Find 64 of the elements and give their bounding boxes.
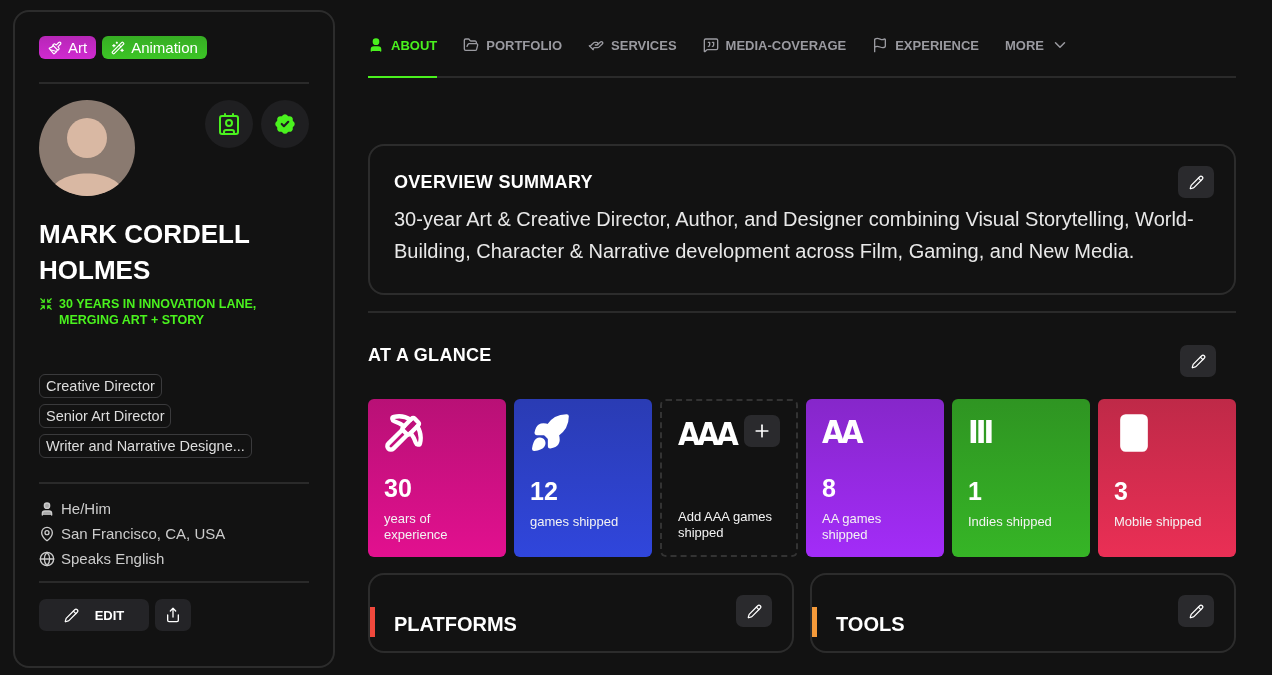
nav-tab[interactable]: MEDIA-COVERAGE xyxy=(702,36,847,78)
brush-icon xyxy=(48,40,62,55)
pencil-icon xyxy=(1188,603,1204,619)
contact-icon xyxy=(217,112,241,136)
pencil-icon xyxy=(746,603,762,619)
share-button[interactable] xyxy=(155,599,191,631)
globe-icon xyxy=(39,550,55,567)
wand-icon xyxy=(111,40,126,55)
stat-label: Indies shipped xyxy=(968,514,1053,530)
nav-tab[interactable]: EXPERIENCE xyxy=(872,36,979,78)
person-icon xyxy=(368,37,384,53)
pickaxe-icon xyxy=(384,413,424,453)
share-icon xyxy=(165,607,181,623)
rocket-icon xyxy=(530,413,570,453)
tier-mark: AAA xyxy=(678,415,736,453)
edit-button[interactable]: EDIT xyxy=(39,599,149,631)
add-button[interactable] xyxy=(744,415,780,447)
role-tag: Writer and Narrative Designe... xyxy=(39,434,252,458)
role-tag: Creative Director xyxy=(39,374,162,398)
quote-icon xyxy=(702,37,719,53)
stat-value: 8 xyxy=(822,474,837,503)
edit-button[interactable] xyxy=(736,595,772,627)
nav-tab[interactable]: SERVICES xyxy=(588,36,677,78)
nav-tab[interactable]: ABOUT xyxy=(368,36,438,78)
stat-value: 12 xyxy=(530,477,559,506)
tagline: 30 YEARS IN INNOVATION LANE, MERGING ART + STORY xyxy=(59,296,258,328)
section-title: TOOLS xyxy=(836,613,905,636)
pencil-icon xyxy=(1190,353,1206,369)
nav-tab[interactable]: PORTFOLIO xyxy=(463,36,563,78)
section-title: OVERVIEW SUMMARY xyxy=(394,172,593,193)
profile-name: MARK CORDELL HOLMES xyxy=(39,218,251,287)
person-icon xyxy=(39,500,55,517)
add-stat-card[interactable]: AAA Add AAA games shipped xyxy=(660,399,798,557)
contact-button[interactable] xyxy=(205,100,253,148)
stat-value: 1 xyxy=(968,477,983,506)
edit-button[interactable] xyxy=(1178,595,1214,627)
detail-text: Speaks English xyxy=(61,550,165,567)
tier-mark: III xyxy=(968,413,992,451)
stat-value: 3 xyxy=(1114,477,1129,506)
stat-label: AA games shipped xyxy=(822,511,883,543)
stat-label: Add AAA games shipped xyxy=(678,509,773,541)
edit-button[interactable] xyxy=(1180,345,1216,377)
folder-icon xyxy=(463,37,480,53)
overview-text: 30-year Art & Creative Director, Author, and Designer combining Visual Storytelling, World-Building, Character & Narrative development across Film, Gaming, and New Media. xyxy=(394,207,1194,264)
pencil-icon xyxy=(63,607,79,623)
category-tag[interactable]: Art xyxy=(39,36,97,59)
arrows-icon xyxy=(39,297,53,311)
stat-value: 30 xyxy=(384,474,413,503)
section-title: AT A GLANCE xyxy=(368,345,492,366)
detail-text: He/Him xyxy=(61,500,111,517)
pencil-icon xyxy=(1188,174,1204,190)
detail-text: San Francisco, CA, USA xyxy=(61,525,226,542)
edit-button[interactable] xyxy=(1178,166,1214,198)
pin-icon xyxy=(39,525,55,542)
stat-label: games shipped xyxy=(530,514,620,530)
verified-icon xyxy=(272,111,298,137)
tier-mark: AA xyxy=(822,413,861,451)
stat-label: Mobile shipped xyxy=(1114,514,1203,530)
stat-label: years of experience xyxy=(384,511,449,543)
role-tag: Senior Art Director xyxy=(39,404,172,428)
section-title: PLATFORMS xyxy=(394,613,517,636)
flag-icon xyxy=(872,37,889,53)
verified-button[interactable] xyxy=(261,100,309,148)
nav-tab[interactable]: MORE xyxy=(1005,36,1069,78)
